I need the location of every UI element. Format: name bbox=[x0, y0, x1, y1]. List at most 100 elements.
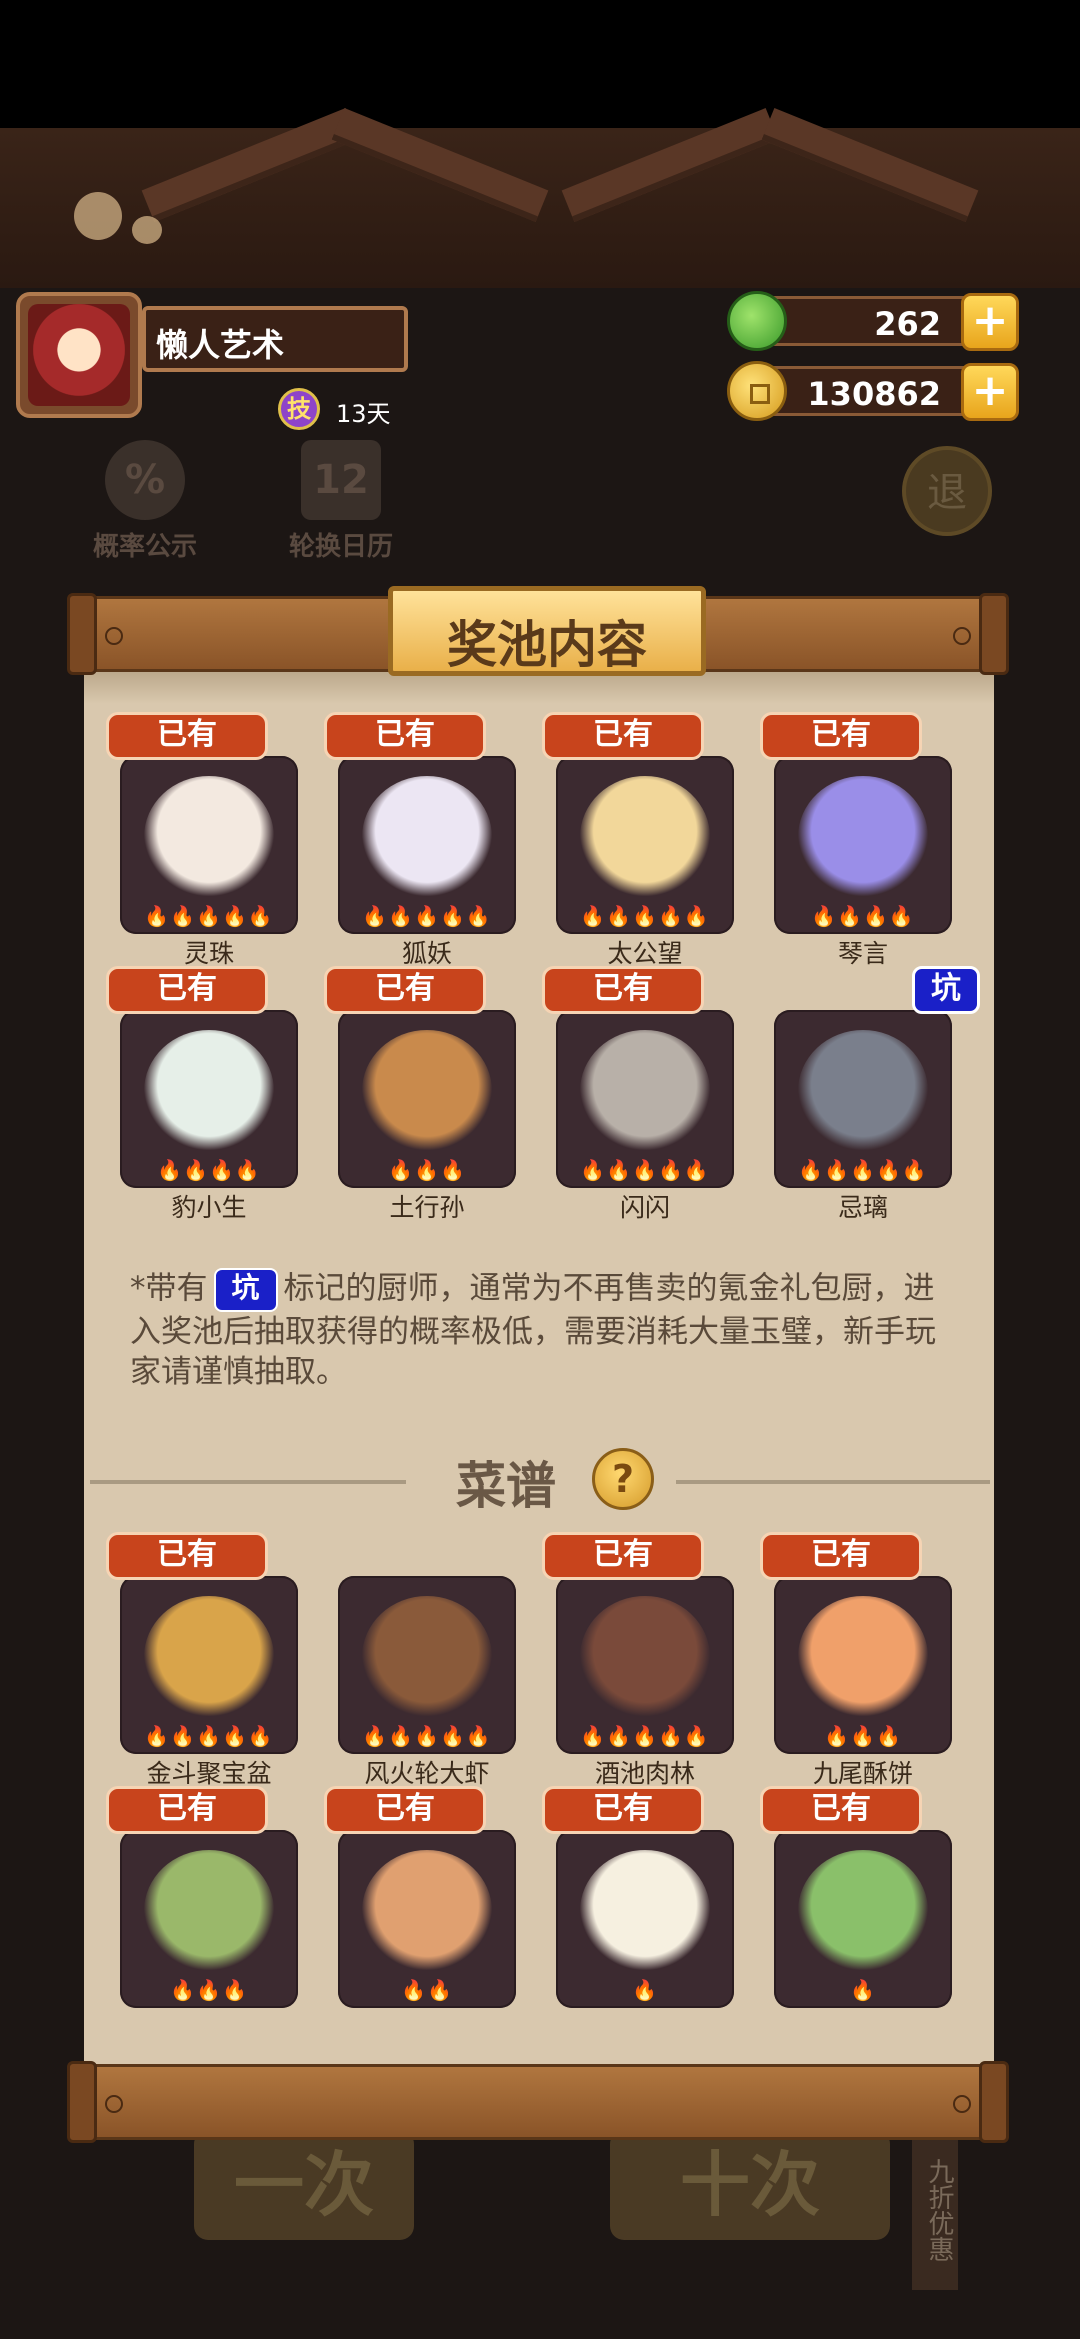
chef-card[interactable]: 🔥🔥🔥🔥 bbox=[774, 756, 952, 934]
owned-tag: 已有 bbox=[542, 1786, 704, 1834]
chef-card[interactable]: 🔥🔥🔥🔥🔥 bbox=[556, 756, 734, 934]
flame-rating-icon: 🔥🔥🔥🔥🔥 bbox=[362, 904, 492, 928]
flame-rating-icon: 🔥 bbox=[850, 1978, 876, 2002]
single-draw-button[interactable]: 一次 bbox=[194, 2130, 414, 2240]
chef-card[interactable]: 🔥🔥🔥🔥🔥 bbox=[120, 756, 298, 934]
status-bar-area bbox=[0, 0, 1080, 128]
chef-art bbox=[362, 776, 492, 898]
chef-name: 土行孙 bbox=[389, 1193, 465, 1222]
chef-art bbox=[144, 776, 274, 898]
owned-tag: 已有 bbox=[106, 712, 268, 760]
pit-note: *带有坑标记的厨师，通常为不再售卖的氪金礼包厨，进入奖池后抽取获得的概率极低，需… bbox=[130, 1268, 950, 1392]
flame-rating-icon: 🔥🔥🔥🔥🔥 bbox=[580, 1158, 710, 1182]
add-jade-button[interactable]: + bbox=[961, 293, 1019, 351]
owned-tag: 已有 bbox=[542, 712, 704, 760]
flame-rating-icon: 🔥🔥🔥🔥🔥 bbox=[580, 904, 710, 928]
rod-cap bbox=[979, 2061, 1009, 2143]
recipe-art bbox=[144, 1850, 274, 1972]
chef-name: 太公望 bbox=[607, 939, 683, 968]
scroll-bottom-rod bbox=[67, 2061, 1009, 2143]
chef-name: 闪闪 bbox=[619, 1193, 670, 1222]
flame-rating-icon: 🔥🔥🔥 bbox=[824, 1724, 902, 1748]
flame-rating-icon: 🔥🔥🔥🔥🔥 bbox=[144, 1724, 274, 1748]
chef-card[interactable]: 🔥🔥🔥🔥🔥 bbox=[556, 1010, 734, 1188]
recipe-card[interactable]: 🔥🔥🔥 bbox=[774, 1576, 952, 1754]
rod-cap bbox=[67, 593, 97, 675]
owned-tag: 已有 bbox=[324, 1786, 486, 1834]
chef-art bbox=[144, 1030, 274, 1152]
flame-rating-icon: 🔥🔥🔥🔥🔥 bbox=[580, 1724, 710, 1748]
flame-rating-icon: 🔥🔥🔥🔥 bbox=[811, 904, 915, 928]
flame-rating-icon: 🔥🔥 bbox=[401, 1978, 453, 2002]
chef-name: 琴言 bbox=[837, 939, 888, 968]
recipe-art bbox=[798, 1596, 928, 1718]
add-coins-button[interactable]: + bbox=[961, 363, 1019, 421]
chef-art bbox=[580, 776, 710, 898]
chef-name: 忌璃 bbox=[837, 1193, 888, 1222]
recipe-card[interactable]: 🔥 bbox=[774, 1830, 952, 2008]
percent-icon: % bbox=[105, 440, 185, 520]
rod-rivet bbox=[105, 627, 123, 645]
chef-card[interactable]: 🔥🔥🔥🔥🔥 bbox=[338, 756, 516, 934]
modal-title: 奖池内容 bbox=[447, 616, 647, 674]
recipe-art bbox=[798, 1850, 928, 1972]
recipe-art bbox=[580, 1596, 710, 1718]
recipe-card[interactable]: 🔥🔥🔥🔥🔥 bbox=[120, 1576, 298, 1754]
owned-tag: 已有 bbox=[760, 712, 922, 760]
chef-art bbox=[798, 776, 928, 898]
jade-icon bbox=[727, 291, 787, 351]
name-plate: 懒人艺术 bbox=[142, 306, 408, 372]
ten-draw-button[interactable]: 十次 bbox=[610, 2130, 890, 2240]
flame-rating-icon: 🔥 bbox=[632, 1978, 658, 2002]
chef-art bbox=[798, 1030, 928, 1152]
owned-tag: 已有 bbox=[106, 1786, 268, 1834]
owned-tag: 已有 bbox=[324, 966, 486, 1014]
flame-rating-icon: 🔥🔥🔥🔥 bbox=[157, 1158, 261, 1182]
modal-title-plate: 奖池内容 bbox=[388, 586, 706, 676]
rod-rivet bbox=[953, 2095, 971, 2113]
chef-art bbox=[580, 1030, 710, 1152]
avatar-image bbox=[28, 304, 130, 406]
rod-cap bbox=[67, 2061, 97, 2143]
restaurant-ceiling bbox=[0, 108, 1080, 358]
rod-rivet bbox=[953, 627, 971, 645]
divider-left bbox=[90, 1480, 406, 1484]
back-button[interactable]: 退 bbox=[902, 446, 992, 536]
coin-value: 130862 bbox=[807, 375, 941, 413]
probability-label: 概率公示 bbox=[92, 532, 197, 562]
avatar[interactable] bbox=[16, 292, 142, 418]
player-name: 懒人艺术 bbox=[156, 326, 285, 364]
recipe-card[interactable]: 🔥🔥🔥 bbox=[120, 1830, 298, 2008]
recipe-card[interactable]: 🔥🔥🔥🔥🔥 bbox=[556, 1576, 734, 1754]
flame-rating-icon: 🔥🔥🔥 bbox=[388, 1158, 466, 1182]
recipe-name: 九尾酥饼 bbox=[812, 1759, 913, 1788]
help-icon[interactable]: ? bbox=[592, 1448, 654, 1510]
recipe-card[interactable]: 🔥🔥🔥🔥🔥 bbox=[338, 1576, 516, 1754]
chef-name: 豹小生 bbox=[171, 1193, 247, 1222]
probability-button[interactable]: % 概率公示 bbox=[80, 440, 210, 563]
recipe-card[interactable]: 🔥🔥 bbox=[338, 1830, 516, 2008]
recipe-art bbox=[362, 1596, 492, 1718]
coin-icon bbox=[727, 361, 787, 421]
recipe-name: 金斗聚宝盆 bbox=[146, 1759, 272, 1788]
chick-decoration bbox=[132, 216, 162, 244]
chef-name: 灵珠 bbox=[183, 939, 234, 968]
pit-tag: 坑 bbox=[912, 966, 980, 1014]
chef-card[interactable]: 🔥🔥🔥 bbox=[338, 1010, 516, 1188]
owned-tag: 已有 bbox=[760, 1532, 922, 1580]
rod-cap bbox=[979, 593, 1009, 675]
flame-rating-icon: 🔥🔥🔥🔥🔥 bbox=[144, 904, 274, 928]
owned-tag: 已有 bbox=[106, 966, 268, 1014]
skill-badge-icon: 技 bbox=[278, 388, 320, 430]
flame-rating-icon: 🔥🔥🔥 bbox=[170, 1978, 248, 2002]
owned-tag: 已有 bbox=[324, 712, 486, 760]
chef-card[interactable]: 🔥🔥🔥🔥🔥 bbox=[774, 1010, 952, 1188]
owned-tag: 已有 bbox=[542, 966, 704, 1014]
skill-days: 13天 bbox=[336, 400, 391, 428]
chef-card[interactable]: 🔥🔥🔥🔥 bbox=[120, 1010, 298, 1188]
chef-name: 狐妖 bbox=[401, 939, 452, 968]
calendar-button[interactable]: 12 轮换日历 bbox=[276, 440, 406, 563]
recipe-art bbox=[580, 1850, 710, 1972]
chick-decoration bbox=[74, 192, 122, 240]
recipe-card[interactable]: 🔥 bbox=[556, 1830, 734, 2008]
